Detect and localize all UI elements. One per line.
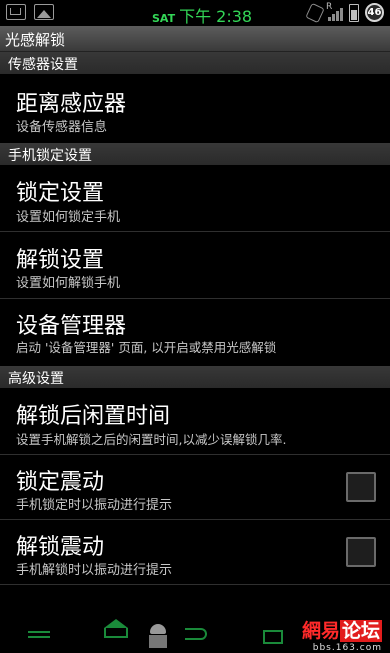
pref-title: 设备管理器: [16, 314, 127, 339]
section-title: 手机锁定设置: [8, 148, 92, 164]
navigation-bar: 網易 论坛 bbs.163.com: [0, 614, 390, 653]
status-bar: SAT 下午 2:38 R 46: [0, 0, 390, 26]
watermark-url: bbs.163.com: [312, 643, 382, 653]
signal-icon: R: [326, 1, 343, 21]
roaming-indicator: R: [326, 1, 333, 12]
pref-subtitle: 启动 '设备管理器' 页面, 以开启或禁用光感解锁: [16, 340, 277, 355]
section-header-advanced: 高级设置: [0, 366, 390, 388]
recent-apps-icon[interactable]: [263, 630, 283, 644]
pref-idle-time[interactable]: 解锁后闲置时间 设置手机解锁之后的闲置时间,以减少误解锁几率.: [0, 388, 390, 454]
pref-unlock-settings[interactable]: 解锁设置 设置如何解锁手机: [0, 232, 390, 298]
pref-proximity-sensor[interactable]: 距离感应器 设备传感器信息: [0, 74, 390, 142]
vibrate-icon: [305, 2, 325, 23]
pref-subtitle: 设置如何锁定手机: [16, 210, 121, 225]
image-notification-icon: [34, 4, 54, 20]
status-clock: SAT 下午 2:38: [152, 3, 252, 27]
section-header-lock: 手机锁定设置: [0, 143, 390, 165]
notification-count-badge: 46: [365, 3, 384, 22]
status-day: SAT: [152, 12, 176, 25]
pref-device-admin[interactable]: 设备管理器 启动 '设备管理器' 页面, 以开启或禁用光感解锁: [0, 299, 390, 365]
pref-subtitle: 设置手机解锁之后的闲置时间,以减少误解锁几率.: [16, 432, 287, 447]
lock-vibrate-checkbox[interactable]: [346, 472, 376, 502]
pref-unlock-vibrate[interactable]: 解锁震动 手机解锁时以振动进行提示: [0, 520, 390, 584]
pref-title: 解锁设置: [16, 248, 105, 273]
pref-title: 解锁后闲置时间: [16, 404, 171, 429]
watermark-text: 论坛: [339, 620, 382, 642]
pref-lock-vibrate[interactable]: 锁定震动 手机锁定时以振动进行提示: [0, 455, 390, 519]
title-bar: 光感解锁: [0, 26, 390, 52]
pref-title: 距离感应器: [16, 92, 127, 117]
unlock-vibrate-checkbox[interactable]: [346, 537, 376, 567]
robot-icon: [145, 624, 171, 650]
battery-icon: [349, 3, 359, 22]
pref-title: 锁定设置: [16, 181, 105, 206]
pref-title: 锁定震动: [16, 470, 105, 495]
page-title: 光感解锁: [5, 31, 66, 49]
divider: [0, 584, 390, 585]
menu-icon[interactable]: [28, 631, 50, 641]
section-title: 传感器设置: [8, 57, 78, 73]
pref-title: 解锁震动: [16, 535, 105, 560]
pref-subtitle: 设置如何解锁手机: [16, 276, 121, 291]
pref-lock-settings[interactable]: 锁定设置 设置如何锁定手机: [0, 165, 390, 231]
status-time: 下午 2:38: [179, 7, 253, 26]
watermark-logo: 網易 论坛 bbs.163.com: [302, 616, 382, 653]
home-icon[interactable]: [104, 619, 128, 638]
section-title: 高级设置: [8, 371, 64, 387]
pref-subtitle: 设备传感器信息: [16, 120, 108, 135]
pref-subtitle: 手机锁定时以振动进行提示: [16, 498, 173, 513]
section-header-sensor: 传感器设置: [0, 52, 390, 74]
usb-notification-icon: [6, 4, 26, 20]
pref-subtitle: 手机解锁时以振动进行提示: [16, 563, 173, 578]
back-icon[interactable]: [185, 628, 207, 640]
watermark-text: 網易: [301, 620, 340, 642]
